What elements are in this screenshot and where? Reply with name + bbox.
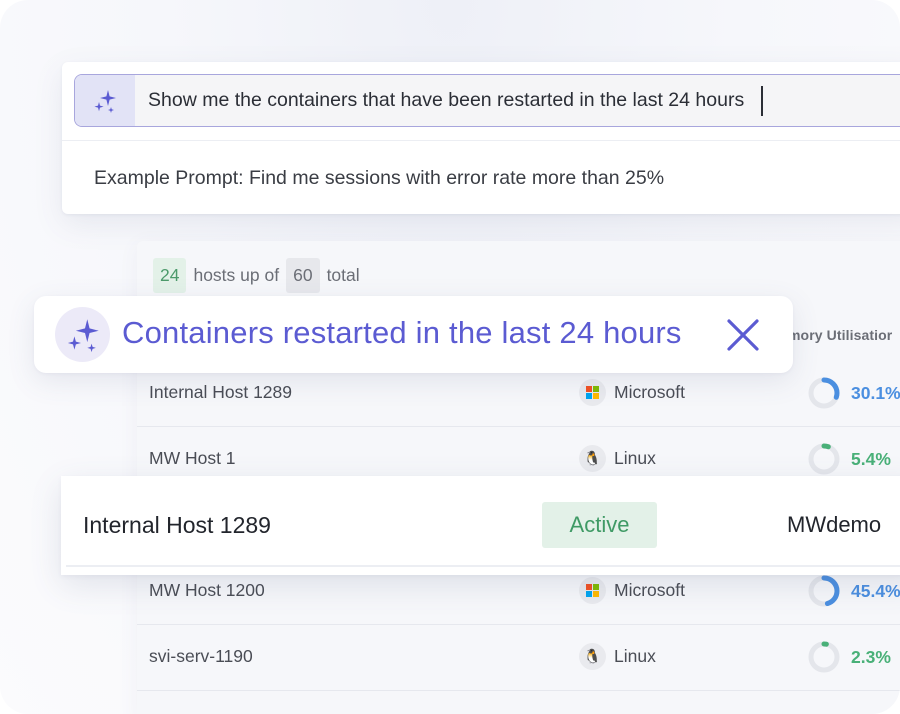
host-name: Internal Host 1289 bbox=[149, 382, 293, 402]
status-badge: Active bbox=[542, 502, 657, 548]
os-cell: Microsoft bbox=[579, 379, 685, 406]
memory-value: 2.3% bbox=[851, 646, 891, 667]
hosts-total-label: total bbox=[326, 265, 360, 285]
memory-cell: 5.4% bbox=[807, 442, 891, 476]
memory-cell: 45.4% bbox=[807, 574, 900, 608]
os-cell: 🐧 Linux bbox=[579, 445, 656, 472]
linux-icon: 🐧 bbox=[579, 643, 606, 670]
os-cell: Microsoft bbox=[579, 577, 685, 604]
microsoft-icon bbox=[579, 577, 606, 604]
memory-ring bbox=[808, 443, 840, 475]
divider bbox=[66, 565, 900, 567]
memory-ring bbox=[808, 575, 840, 607]
os-name: Linux bbox=[614, 646, 656, 666]
host-name: svi-serv-1190 bbox=[149, 646, 253, 666]
sparkle-icon bbox=[55, 307, 110, 362]
environment-name: MWdemo bbox=[787, 512, 882, 537]
memory-cell: 30.1% bbox=[807, 376, 900, 410]
memory-ring-track bbox=[808, 641, 840, 673]
memory-ring bbox=[808, 641, 840, 673]
os-cell: 🐧 Linux bbox=[579, 643, 656, 670]
memory-ring bbox=[808, 377, 840, 409]
hosts-up-label: hosts up of bbox=[193, 265, 280, 285]
os-name: Microsoft bbox=[614, 580, 685, 600]
memory-ring-track bbox=[808, 443, 840, 475]
hosts-up-count: 24 bbox=[153, 258, 187, 293]
host-name: MW Host 1 bbox=[149, 448, 236, 468]
host-name: MW Host 1200 bbox=[149, 580, 265, 600]
os-name: Linux bbox=[614, 448, 656, 468]
memory-value: 45.4% bbox=[851, 580, 900, 601]
memory-value: 30.1% bbox=[851, 382, 900, 403]
divider bbox=[62, 140, 900, 141]
sparkle-icon bbox=[75, 75, 135, 126]
host-name: Internal Host 1289 bbox=[83, 512, 271, 538]
column-header-memory[interactable]: mory Utilisatior bbox=[788, 327, 892, 343]
active-filter-pill: Containers restarted in the last 24 hour… bbox=[34, 296, 793, 373]
filter-label: Containers restarted in the last 24 hour… bbox=[122, 315, 682, 350]
hosts-summary: 24 hosts up of 60 total bbox=[153, 258, 367, 293]
microsoft-icon bbox=[579, 379, 606, 406]
close-icon[interactable] bbox=[724, 316, 762, 354]
highlighted-table-row[interactable]: Internal Host 1289 Active MWdemo bbox=[61, 476, 900, 575]
table-row[interactable]: svi-serv-1190 🐧 Linux 2.3% bbox=[137, 625, 900, 691]
memory-cell: 2.3% bbox=[807, 640, 891, 674]
search-query-text: Show me the containers that have been re… bbox=[148, 89, 745, 111]
hosts-total-count: 60 bbox=[286, 258, 320, 293]
ai-search-card: Show me the containers that have been re… bbox=[62, 62, 900, 214]
example-prompt[interactable]: Example Prompt: Find me sessions with er… bbox=[94, 167, 664, 190]
linux-icon: 🐧 bbox=[579, 445, 606, 472]
app-frame: Show me the containers that have been re… bbox=[0, 0, 900, 714]
os-name: Microsoft bbox=[614, 382, 685, 402]
search-input[interactable]: Show me the containers that have been re… bbox=[74, 74, 900, 127]
text-caret bbox=[761, 85, 764, 116]
memory-value: 5.4% bbox=[851, 448, 891, 469]
